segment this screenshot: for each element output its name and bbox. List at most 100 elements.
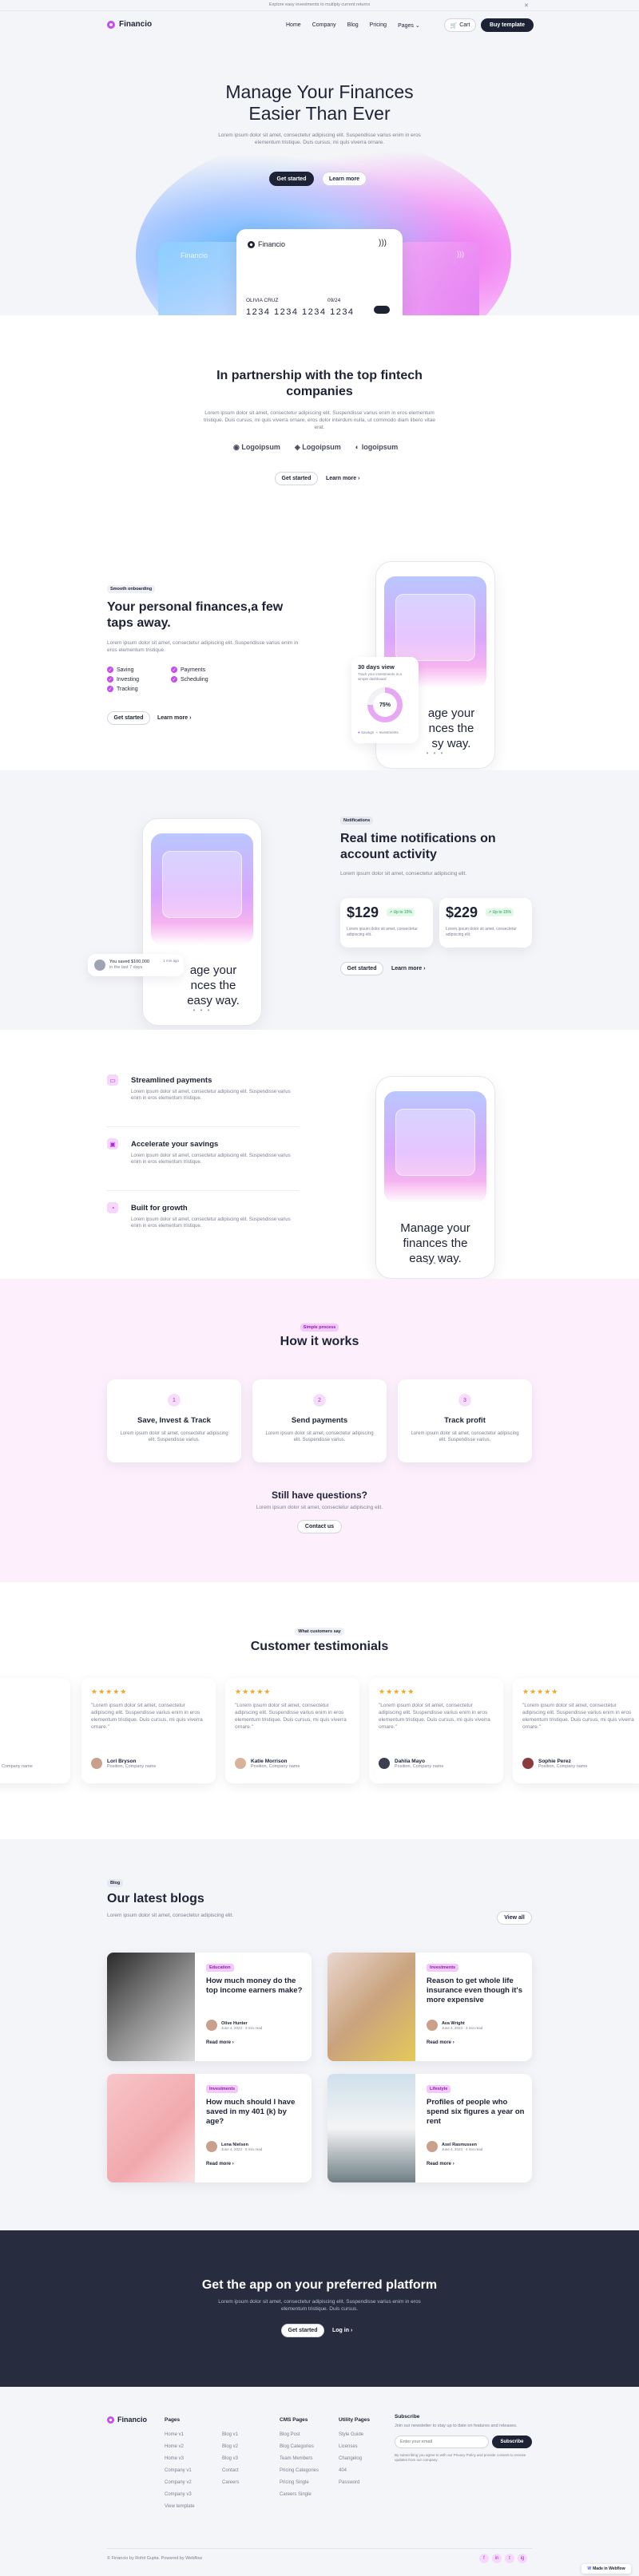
blog-tag: Lifestyle	[427, 2085, 451, 2093]
stats-widget: 30 days view Track your investments in a…	[351, 657, 419, 743]
read-more-link[interactable]: Read more ›	[206, 2162, 234, 2166]
buy-template-button[interactable]: Buy template	[481, 18, 534, 32]
blog-title: How much money do the top income earners…	[206, 1977, 303, 1995]
announcement-text: Explore easy investments to multiply cur…	[268, 2, 371, 7]
footer-link[interactable]: Password	[339, 2477, 370, 2489]
check-icon: ✓	[107, 686, 113, 692]
read-more-link[interactable]: Read more ›	[427, 2040, 454, 2045]
app-login-link[interactable]: Log in ›	[332, 2328, 352, 2333]
partners-learn-more-link[interactable]: Learn more ›	[326, 476, 359, 481]
stat-text: Lorem ipsum dolor sit amet, consectetur …	[446, 927, 517, 937]
footer-link[interactable]: Company v3	[165, 2489, 195, 2501]
footer-link[interactable]: View template	[165, 2501, 195, 2513]
footer-link[interactable]: Blog Post	[280, 2429, 319, 2441]
footer-link[interactable]: Team Members	[280, 2453, 319, 2465]
hero-get-started-button[interactable]: Get started	[269, 172, 314, 186]
footer-link[interactable]: 404	[339, 2465, 370, 2477]
chevron-right-icon: ›	[350, 2328, 353, 2333]
testimonial-card-partial: Company name	[0, 1678, 70, 1783]
contact-us-button[interactable]: Contact us	[297, 1520, 342, 1533]
partner-logos: ◉ Logoipsum ◈ Logoipsum ◐ logoipsum	[233, 443, 398, 452]
carousel-dots: • • •	[192, 1007, 212, 1014]
avatar	[427, 2020, 438, 2031]
notifications-learn-more-link[interactable]: Learn more ›	[391, 966, 425, 971]
footer-link[interactable]: Contact	[222, 2465, 239, 2477]
feature-item-payments: ▭ Streamlined payments Lorem ipsum dolor…	[107, 1074, 299, 1127]
blog-image	[327, 1953, 415, 2061]
feature-payments: ✓ Payments	[171, 667, 206, 673]
onboarding-get-started-button[interactable]: Get started	[107, 711, 150, 725]
footer-link[interactable]: Home v3	[165, 2453, 195, 2465]
footer-link[interactable]: Blog v1	[222, 2429, 239, 2441]
view-all-button[interactable]: View all	[497, 1911, 532, 1925]
footer-link[interactable]: Blog v2	[222, 2441, 239, 2453]
facebook-icon[interactable]: f	[479, 2554, 489, 2563]
testimonial-quote: "Lorem ipsum dolor sit amet, consectetur…	[379, 1703, 490, 1730]
cart-button[interactable]: 🛒 Cart	[444, 18, 476, 32]
chevron-right-icon: ›	[189, 715, 192, 721]
author-role: Position, Company name	[395, 1763, 444, 1769]
blog-tag: Investments	[206, 2085, 239, 2093]
linkedin-icon[interactable]: in	[492, 2554, 502, 2563]
nav-link-home[interactable]: Home	[286, 22, 301, 29]
footer-link[interactable]: Blog Categories	[280, 2441, 319, 2453]
stat-text: Lorem ipsum dolor sit amet, consectetur …	[347, 927, 418, 937]
hero-subtitle: Lorem ipsum dolor sit amet, consectetur …	[218, 133, 421, 145]
footer-brand[interactable]: Financio	[107, 2416, 147, 2424]
blog-card-3[interactable]: Investments How much should I have saved…	[107, 2074, 312, 2182]
close-icon[interactable]: ✕	[524, 2, 529, 9]
brand-logo[interactable]: Financio	[107, 20, 152, 29]
nav-link-blog[interactable]: Blog	[347, 22, 359, 29]
footer-link[interactable]: Blog v3	[222, 2453, 239, 2465]
onboarding-learn-more-link[interactable]: Learn more ›	[157, 715, 191, 721]
email-field[interactable]	[395, 2436, 489, 2448]
read-more-link[interactable]: Read more ›	[206, 2040, 234, 2045]
footer-link[interactable]: Careers Single	[280, 2489, 319, 2501]
testimonial-author: Sophie Perez Position, Company name	[522, 1758, 587, 1769]
questions-title: Still have questions?	[271, 1490, 368, 1501]
notifications-get-started-button[interactable]: Get started	[340, 962, 383, 975]
twitter-icon[interactable]: t	[505, 2554, 514, 2563]
nav-links: Home Company Blog Pricing Pages ⌄	[286, 22, 420, 29]
footer-link[interactable]: Licenses	[339, 2441, 370, 2453]
blog-image	[107, 1953, 195, 2061]
footer-link[interactable]: Pricing Categories	[280, 2465, 319, 2477]
step-card-3: 3 Track profit Lorem ipsum dolor sit ame…	[398, 1379, 532, 1462]
footer-link[interactable]: Changelog	[339, 2453, 370, 2465]
webflow-badge[interactable]: W Made in Webflow	[581, 2564, 631, 2574]
carousel-dots: • • •	[426, 1260, 445, 1267]
nav-link-pages[interactable]: Pages ⌄	[398, 22, 420, 29]
footer-link[interactable]: Style Guide	[339, 2429, 370, 2441]
blog-card-1[interactable]: Education How much money do the top inco…	[107, 1953, 312, 2061]
subscribe-button[interactable]: Subscribe	[492, 2436, 532, 2448]
chevron-right-icon: ›	[232, 2040, 234, 2045]
app-cta-text: Lorem ipsum dolor sit amet, consectetur …	[218, 2299, 421, 2312]
footer-link[interactable]: Home v2	[165, 2441, 195, 2453]
nav-link-pricing[interactable]: Pricing	[370, 22, 387, 29]
blog-card-2[interactable]: Investments Reason to get whole life ins…	[327, 1953, 532, 2061]
app-get-started-button[interactable]: Get started	[281, 2324, 324, 2337]
blog-card-4[interactable]: Lifestyle Profiles of people who spend s…	[327, 2074, 532, 2182]
instagram-icon[interactable]: ig	[518, 2554, 527, 2563]
widget-title: 30 days view	[358, 663, 395, 671]
nav-link-company[interactable]: Company	[312, 22, 336, 29]
cart-icon: 🛒	[450, 22, 458, 29]
feature-title: Built for growth	[131, 1204, 188, 1213]
footer-link[interactable]: Company v2	[165, 2477, 195, 2489]
card-number: 1234 1234 1234 1234	[246, 307, 355, 315]
blogs-tag: Blog	[107, 1879, 124, 1887]
footer-link[interactable]: Pricing Single	[280, 2477, 319, 2489]
testimonial-author: Dahlia Mayo Position, Company name	[379, 1758, 443, 1769]
carousel-dots: • • •	[426, 750, 445, 757]
footer-link[interactable]: Careers	[222, 2477, 239, 2489]
announcement-bar: Explore easy investments to multiply cur…	[0, 0, 639, 11]
partners-section: In partnership with the top fintech compa…	[0, 315, 639, 523]
partners-get-started-button[interactable]: Get started	[275, 472, 318, 485]
hero-learn-more-button[interactable]: Learn more	[322, 172, 367, 186]
footer-link[interactable]: Company v1	[165, 2465, 195, 2477]
contactless-icon: )))	[457, 250, 464, 258]
blog-title: Profiles of people who spend six figures…	[427, 2098, 525, 2126]
read-more-link[interactable]: Read more ›	[427, 2162, 454, 2166]
footer-link[interactable]: Home v1	[165, 2429, 195, 2441]
testimonial-quote: "Lorem ipsum dolor sit amet, consectetur…	[522, 1703, 634, 1730]
